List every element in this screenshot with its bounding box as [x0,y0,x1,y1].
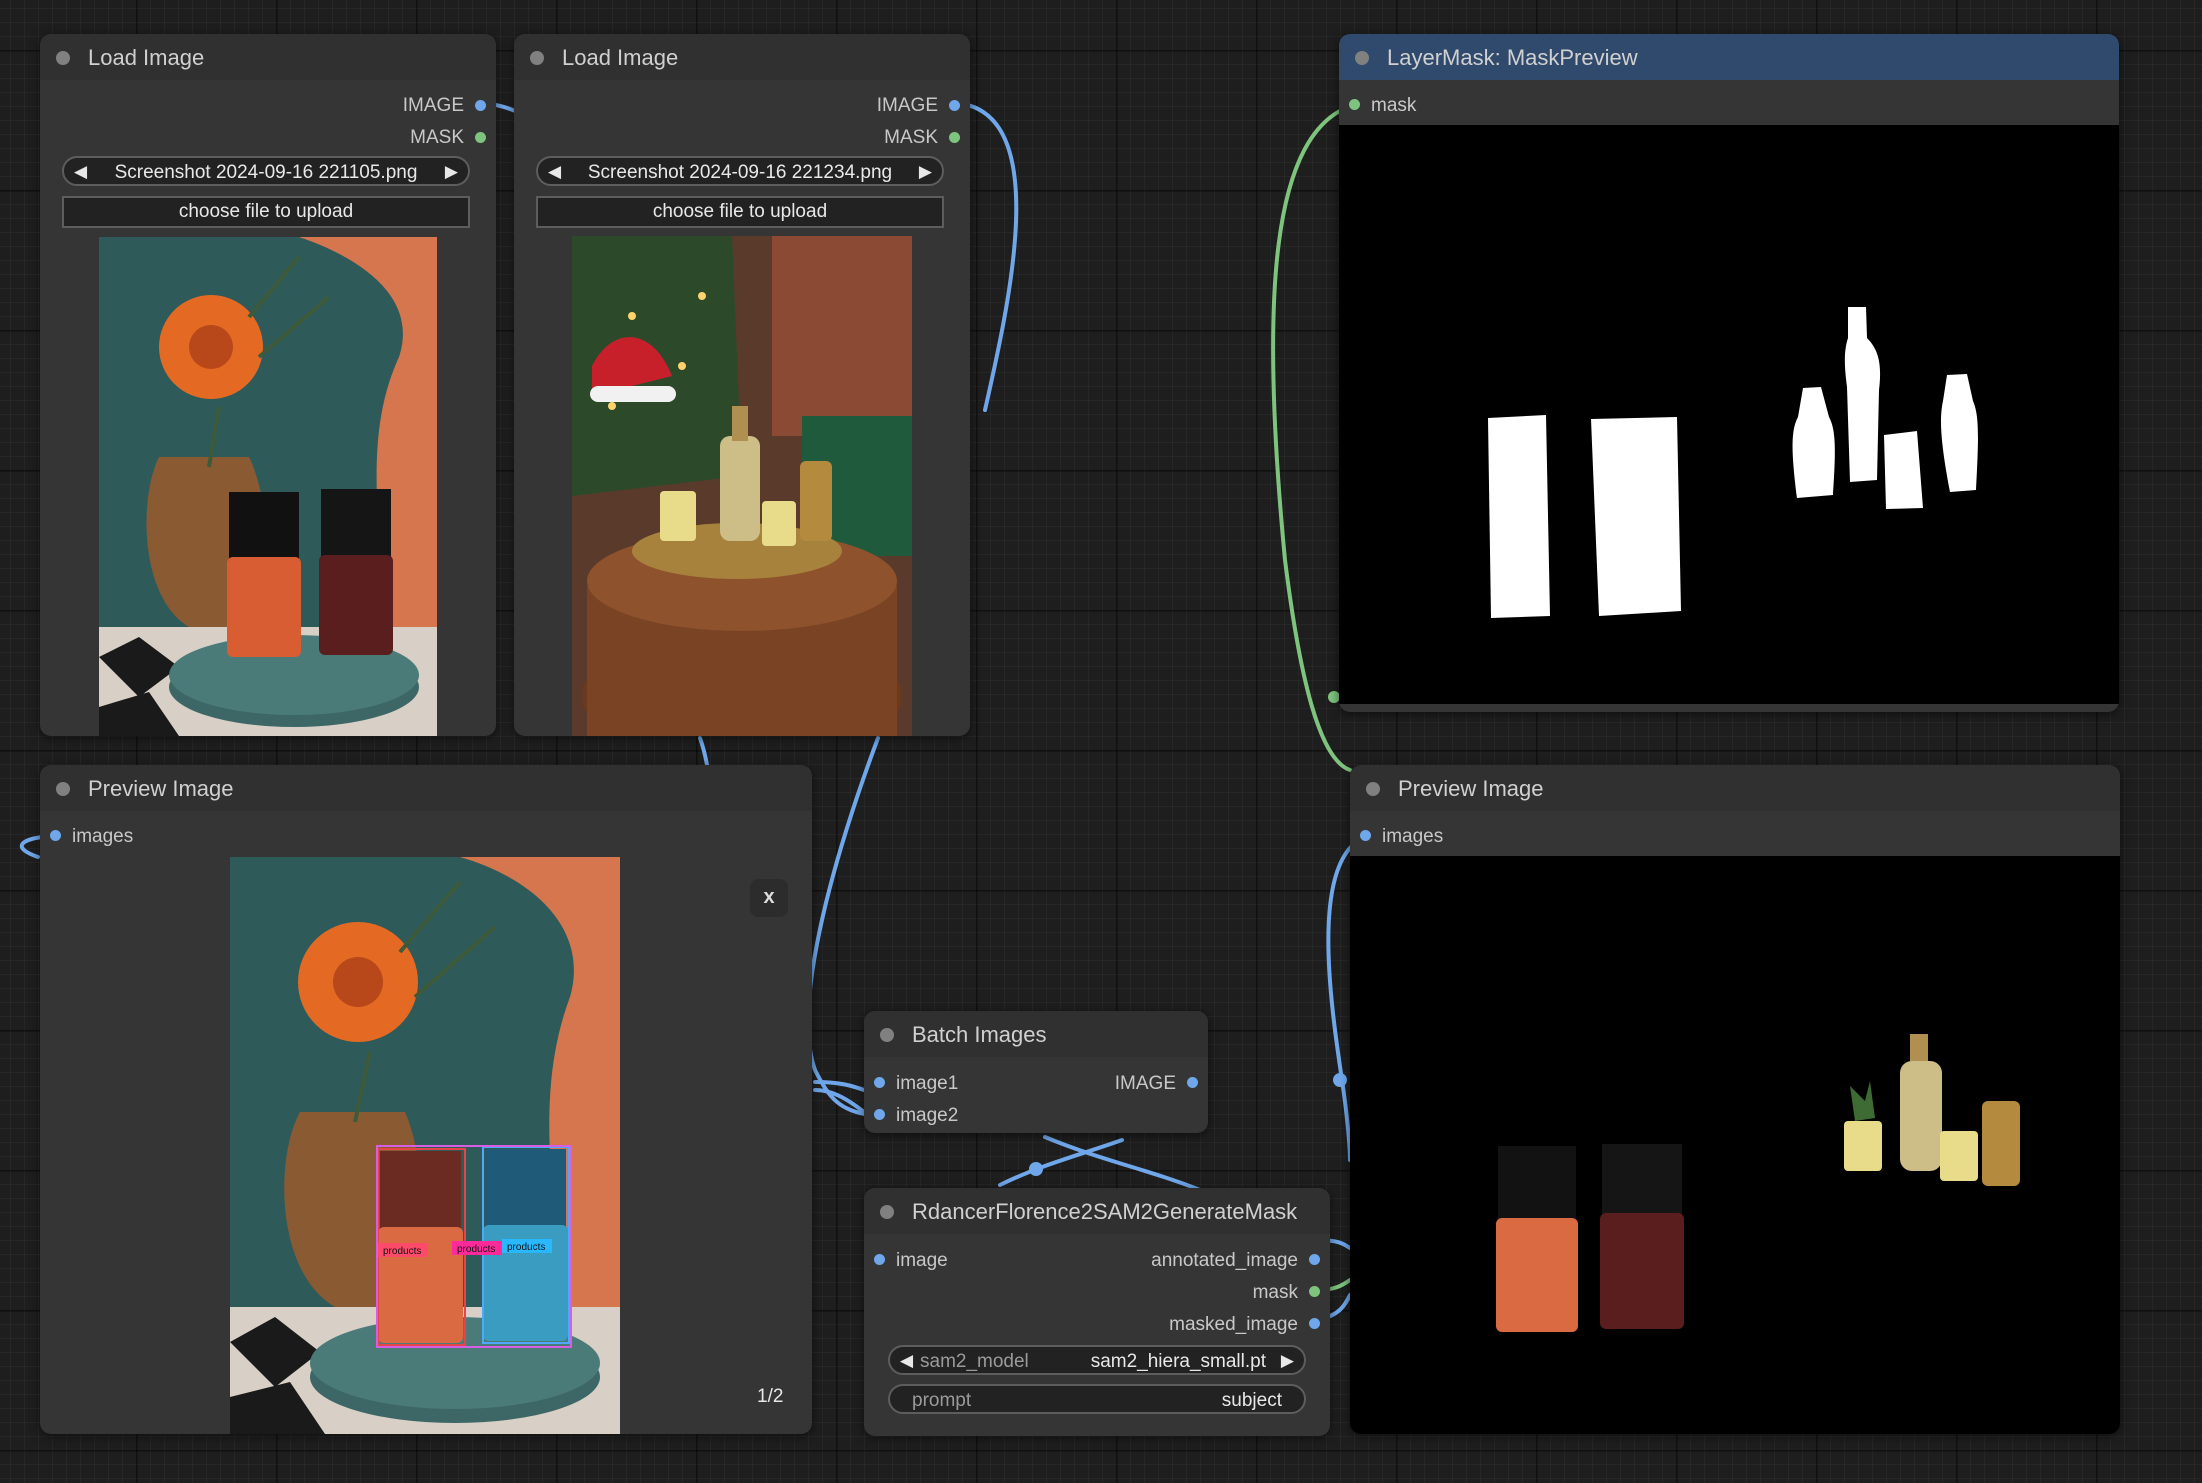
node-title: RdancerFlorence2SAM2GenerateMask [912,1199,1298,1224]
output-image-slot[interactable] [949,100,960,111]
wire-batch-cross [1043,1135,1202,1192]
input-images-slot[interactable] [50,830,61,841]
input-image-label: image [896,1250,948,1271]
node-title: Load Image [562,45,679,70]
batch-images-node[interactable]: Batch Images image1 image2 IMAGE [864,1011,1208,1133]
output-mask-label: MASK [884,127,938,148]
wire-into-batch1 [813,1080,872,1094]
load-image-node-1[interactable]: Load Image IMAGE MASK ◀ Screenshot 2024-… [40,34,496,736]
image-file-value: Screenshot 2024-09-16 221105.png [114,162,418,183]
node-title: Preview Image [1398,776,1544,801]
prompt-label: prompt [912,1390,972,1411]
reroute-dot-2 [1333,1073,1347,1087]
output-image-label: IMAGE [402,95,464,116]
sam2-model-value: sam2_hiera_small.pt [1090,1351,1266,1372]
triangle-right-icon[interactable]: ▶ [445,162,458,182]
node-header[interactable]: RdancerFlorence2SAM2GenerateMask [864,1188,1330,1234]
output-mask-slot[interactable] [949,132,960,143]
triangle-left-icon[interactable]: ◀ [900,1351,913,1371]
collapse-dot[interactable] [56,51,70,65]
collapse-dot[interactable] [1355,51,1369,65]
node-title: Batch Images [912,1022,1047,1047]
box-label-1: products [383,1246,421,1257]
node-header[interactable]: Preview Image [1350,765,2120,811]
input-image2-slot[interactable] [874,1109,885,1120]
input-image1-label: image1 [896,1073,959,1094]
output-image-slot[interactable] [1187,1077,1198,1088]
output-annotated-label: annotated_image [1151,1250,1298,1271]
florence-sam2-mask-node[interactable]: RdancerFlorence2SAM2GenerateMask image a… [864,1188,1330,1436]
image-file-combo[interactable]: ◀ Screenshot 2024-09-16 221105.png ▶ [62,156,470,186]
output-image-label: IMAGE [1114,1073,1176,1094]
output-masked-slot[interactable] [1309,1318,1320,1329]
annotated-preview-image[interactable]: products products products [230,857,620,1434]
wire-batch-to-florence [998,1138,1124,1187]
output-mask-label: MASK [410,127,464,148]
load-image-node-2[interactable]: Load Image IMAGE MASK ◀ Screenshot 2024-… [514,34,970,736]
input-image1-slot[interactable] [874,1077,885,1088]
reroute-dot-3 [1029,1162,1043,1176]
collapse-dot[interactable] [880,1028,894,1042]
mask-preview-node[interactable]: LayerMask: MaskPreview mask [1339,34,2119,712]
wire-load2-image [961,102,1019,412]
prompt-field[interactable]: prompt subject [888,1384,1306,1414]
image-file-combo[interactable]: ◀ Screenshot 2024-09-16 221234.png ▶ [536,156,944,186]
node-title: Load Image [88,45,205,70]
input-images-label: images [1382,826,1444,847]
prompt-value: subject [1221,1390,1282,1411]
input-mask-label: mask [1371,95,1417,116]
output-image-slot[interactable] [475,100,486,111]
input-image-slot[interactable] [874,1254,885,1265]
output-annotated-slot[interactable] [1309,1254,1320,1265]
image-file-value: Screenshot 2024-09-16 221234.png [587,162,893,183]
input-mask-slot[interactable] [1349,99,1360,110]
box-label-3: products [507,1242,545,1253]
input-images-label: images [72,826,134,847]
triangle-left-icon[interactable]: ◀ [74,162,87,182]
triangle-left-icon[interactable]: ◀ [548,162,561,182]
mask-preview-image [1339,125,2119,704]
node-header[interactable]: Load Image [40,34,496,80]
node-header[interactable]: Batch Images [864,1011,1208,1057]
output-masked-label: masked_image [1169,1314,1298,1335]
wire-preview1-in [20,835,44,859]
output-mask-label: mask [1252,1282,1298,1303]
box-label-2: products [457,1244,495,1255]
preview-image-node-2[interactable]: Preview Image images [1350,765,2120,1434]
node-header[interactable]: Load Image [514,34,970,80]
collapse-dot[interactable] [880,1205,894,1219]
preview-image-node-1[interactable]: Preview Image images products products p… [40,765,812,1434]
masked-preview-image [1350,856,2120,1434]
node-title: LayerMask: MaskPreview [1387,45,1638,70]
close-preview-button[interactable]: x [750,879,788,917]
triangle-right-icon[interactable]: ▶ [1281,1351,1294,1371]
wire-into-batch2 [813,1088,872,1118]
output-image-label: IMAGE [876,95,938,116]
sam2-model-combo[interactable]: ◀ sam2_model sam2_hiera_small.pt ▶ [888,1345,1306,1375]
image-thumbnail [572,236,912,736]
collapse-dot[interactable] [56,782,70,796]
upload-button[interactable]: choose file to upload [62,196,470,228]
collapse-dot[interactable] [530,51,544,65]
image-thumbnail [99,237,437,736]
image-counter: 1/2 [757,1386,784,1407]
sam2-model-label: sam2_model [920,1351,1029,1372]
triangle-right-icon[interactable]: ▶ [919,162,932,182]
node-header[interactable]: Preview Image [40,765,812,811]
input-image2-label: image2 [896,1105,959,1126]
output-mask-slot[interactable] [1309,1286,1320,1297]
upload-button[interactable]: choose file to upload [536,196,944,228]
input-images-slot[interactable] [1360,830,1371,841]
node-header[interactable]: LayerMask: MaskPreview [1339,34,2119,80]
node-title: Preview Image [88,776,234,801]
output-mask-slot[interactable] [475,132,486,143]
collapse-dot[interactable] [1366,782,1380,796]
